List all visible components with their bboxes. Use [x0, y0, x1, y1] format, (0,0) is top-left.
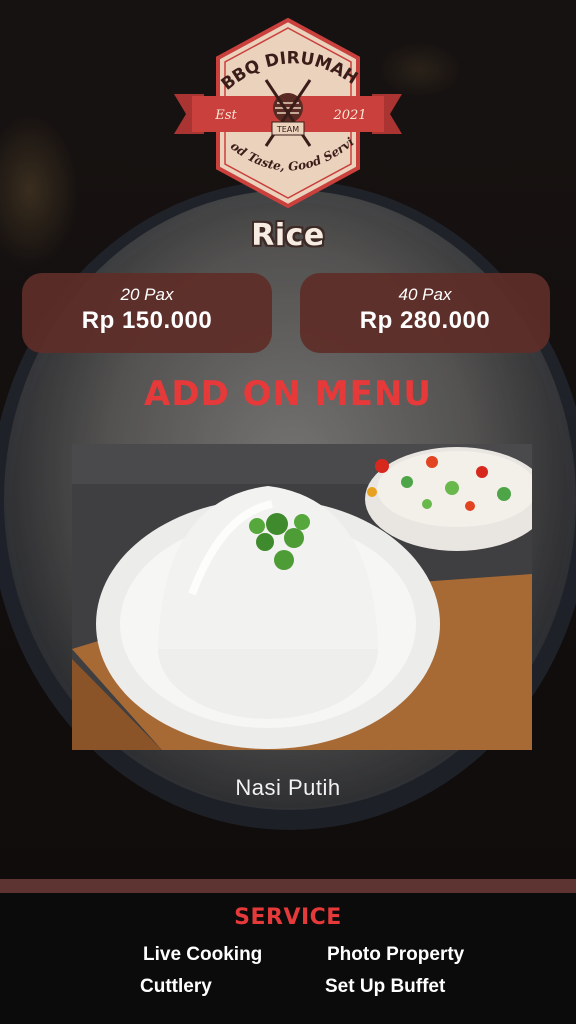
- logo-badge: TEAM: [276, 125, 299, 134]
- bbq-dirumah-logo: BBQ DIRUMAH TEAM Est 2021 Good Taste, Go…: [174, 18, 402, 208]
- page-title: Rice: [251, 218, 325, 253]
- price-card-40-pax: 40 Pax Rp 280.000: [300, 273, 550, 353]
- logo-year: 2021: [332, 108, 366, 123]
- nasi-putih-photo: [72, 444, 532, 750]
- price-value: Rp 280.000: [359, 307, 491, 334]
- price-value: Rp 150.000: [81, 307, 213, 334]
- service-item: Photo Property: [327, 944, 465, 965]
- pax-label: 20 Pax: [120, 285, 174, 304]
- service-item: Cuttlery: [140, 976, 212, 997]
- price-card-20-pax: 20 Pax Rp 150.000: [22, 273, 272, 353]
- footer-divider: [0, 879, 576, 893]
- dish-name: Nasi Putih: [235, 775, 341, 800]
- add-on-menu-title: ADD ON MENU: [144, 374, 432, 414]
- service-item: Set Up Buffet: [325, 976, 446, 997]
- service-title: SERVICE: [234, 905, 342, 930]
- logo-est-label: Est: [214, 108, 237, 123]
- pax-label: 40 Pax: [398, 285, 452, 304]
- service-item: Live Cooking: [143, 944, 263, 965]
